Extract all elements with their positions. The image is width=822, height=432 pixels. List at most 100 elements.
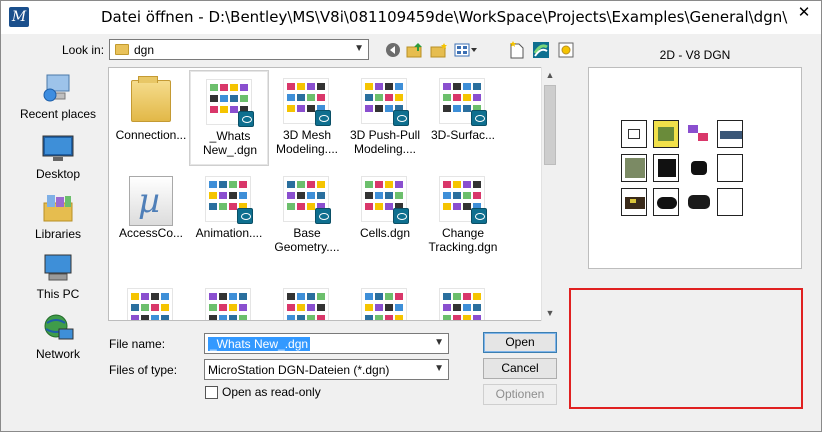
- cancel-button[interactable]: Cancel: [483, 358, 557, 379]
- dgn-eye-icon: [159, 320, 175, 321]
- read-only-checkbox[interactable]: [205, 386, 218, 399]
- file-item[interactable]: [189, 280, 269, 321]
- file-item[interactable]: Animation....: [189, 168, 269, 264]
- dgn-thumbnail-icon: [361, 78, 409, 126]
- place-desktop[interactable]: Desktop: [13, 127, 103, 185]
- file-item[interactable]: _Whats New_.dgn: [189, 70, 269, 166]
- file-label: Connection...: [115, 128, 187, 142]
- up-folder-icon: [406, 43, 422, 58]
- place-libraries[interactable]: Libraries: [13, 187, 103, 245]
- dgn-thumbnail-icon: [283, 288, 331, 321]
- dgn-thumbnail-icon: [206, 79, 254, 127]
- new-folder-button[interactable]: [429, 41, 449, 59]
- places-bar: Recent places Desktop Libraries This PC …: [13, 67, 103, 367]
- preview-cell: [653, 120, 679, 148]
- chevron-down-icon: ▼: [434, 363, 444, 374]
- preview-cell: [685, 120, 711, 148]
- file-item[interactable]: [423, 280, 503, 320]
- recent-places-icon: [43, 74, 70, 102]
- file-item[interactable]: 3D Mesh Modeling....: [267, 70, 347, 166]
- file-name-input[interactable]: _Whats New_.dgn ▼: [204, 333, 449, 354]
- window-title: Datei öffnen - D:\Bentley\MS\V8i\0811094…: [101, 8, 788, 26]
- workspace-icon: [533, 42, 549, 58]
- workspace-button[interactable]: [531, 41, 551, 59]
- up-folder-button[interactable]: [405, 41, 425, 59]
- dgn-thumbnail-icon: [439, 78, 487, 126]
- file-type-dropdown[interactable]: MicroStation DGN-Dateien (*.dgn) ▼: [204, 359, 449, 380]
- preview-cell: [621, 154, 647, 182]
- preferences-icon: [558, 42, 574, 58]
- folder-item[interactable]: Connection...: [111, 70, 191, 166]
- file-type-label: Files of type:: [109, 363, 178, 377]
- place-network[interactable]: Network: [13, 307, 103, 365]
- look-in-label: Look in:: [62, 43, 105, 57]
- look-in-dropdown[interactable]: dgn ▼: [109, 39, 369, 60]
- file-item[interactable]: [345, 280, 425, 320]
- dgn-eye-icon: [315, 110, 331, 126]
- preview-pane: [588, 67, 802, 269]
- file-label: Cells.dgn: [359, 226, 411, 240]
- new-file-icon: [510, 41, 524, 59]
- place-label: Desktop: [35, 167, 81, 181]
- file-item[interactable]: 3D Push-Pull Modeling....: [345, 70, 425, 166]
- network-icon: [44, 314, 74, 340]
- options-button[interactable]: Optionen: [483, 384, 557, 405]
- microstation-app-icon: M: [9, 7, 29, 27]
- file-item[interactable]: 3D-Surfac...: [423, 70, 503, 166]
- dgn-thumbnail-icon: [439, 176, 487, 224]
- preview-cell: [717, 154, 743, 182]
- dgn-thumbnail-icon: [127, 288, 175, 321]
- place-this-pc[interactable]: This PC: [13, 247, 103, 305]
- file-label: Animation....: [195, 226, 263, 240]
- place-label: Recent places: [19, 107, 97, 121]
- file-item[interactable]: µ AccessCo...: [111, 168, 191, 264]
- file-item[interactable]: Base Geometry....: [267, 168, 347, 264]
- back-button[interactable]: [383, 41, 403, 59]
- file-type-value: MicroStation DGN-Dateien (*.dgn): [208, 363, 390, 377]
- file-list[interactable]: Connection... _Whats New_.dgn 3D Mesh Mode…: [108, 67, 558, 321]
- dgn-eye-icon: [237, 320, 253, 321]
- scroll-thumb[interactable]: [544, 85, 556, 165]
- file-label: 3D Push-Pull Modeling....: [349, 128, 421, 156]
- new-file-button[interactable]: [507, 41, 527, 59]
- file-label: _Whats New_.dgn: [202, 129, 258, 157]
- file-open-dialog: M Datei öffnen - D:\Bentley\MS\V8i\08110…: [0, 0, 822, 432]
- dgn-eye-icon: [237, 208, 253, 224]
- file-item[interactable]: [267, 280, 347, 321]
- file-label: AccessCo...: [118, 226, 184, 240]
- dgn-thumbnail-icon: [205, 288, 253, 321]
- place-label: Network: [35, 347, 80, 361]
- dgn-eye-icon: [238, 111, 254, 127]
- close-button[interactable]: ✕: [788, 1, 820, 23]
- file-item[interactable]: Change Tracking.dgn: [423, 168, 503, 264]
- dgn-thumbnail-icon: [361, 288, 407, 320]
- preview-cell: [685, 188, 711, 216]
- file-item[interactable]: [111, 280, 191, 321]
- dgn-eye-icon: [315, 320, 331, 321]
- preferences-button[interactable]: [556, 41, 576, 59]
- view-menu-icon: [454, 43, 477, 57]
- chevron-down-icon[interactable]: ▼: [434, 337, 444, 348]
- title-bar[interactable]: M Datei öffnen - D:\Bentley\MS\V8i\08110…: [1, 1, 821, 34]
- place-recent-places[interactable]: Recent places: [13, 67, 103, 125]
- file-label: 3D-Surfac...: [430, 128, 496, 142]
- preview-cell: [653, 188, 679, 216]
- dgn-eye-icon: [315, 208, 331, 224]
- highlight-frame: [569, 288, 803, 409]
- file-item[interactable]: Cells.dgn: [345, 168, 425, 264]
- preview-thumbnail-grid: [621, 120, 745, 216]
- new-folder-icon: [430, 43, 447, 58]
- preview-cell: [685, 154, 711, 182]
- dgn-thumbnail-icon: [361, 176, 409, 224]
- folder-icon: [131, 76, 171, 122]
- scroll-down-icon[interactable]: ▼: [542, 305, 558, 321]
- dgn-eye-icon: [471, 110, 487, 126]
- place-label: This PC: [36, 287, 80, 301]
- preview-cell: [653, 154, 679, 182]
- file-list-scrollbar[interactable]: ▲ ▼: [541, 67, 558, 321]
- open-button[interactable]: Open: [483, 332, 557, 353]
- dgn-eye-icon: [471, 208, 487, 224]
- scroll-up-icon[interactable]: ▲: [542, 67, 558, 83]
- look-in-value: dgn: [134, 43, 155, 57]
- view-menu-button[interactable]: [453, 41, 479, 59]
